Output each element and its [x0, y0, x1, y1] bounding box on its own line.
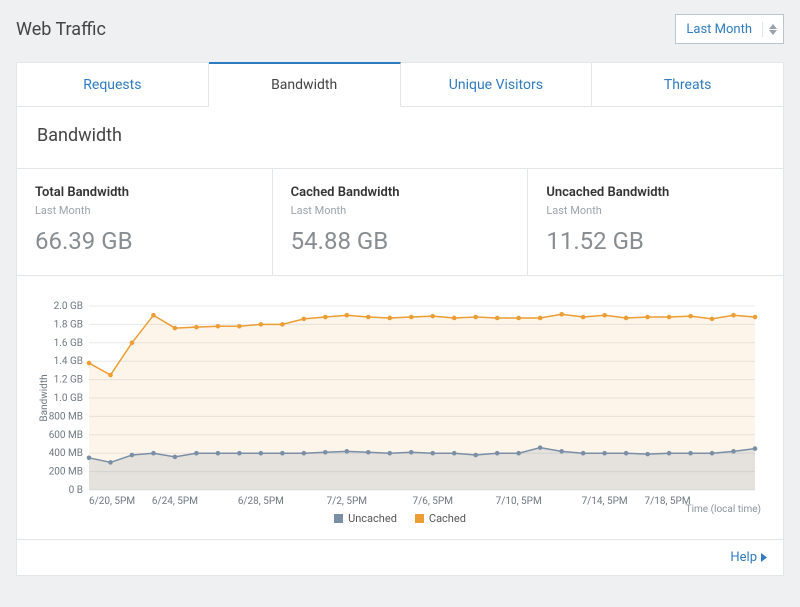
svg-text:1.4 GB: 1.4 GB: [54, 356, 83, 367]
svg-text:1.8 GB: 1.8 GB: [54, 319, 83, 330]
stat-cached: Cached Bandwidth Last Month 54.88 GB: [273, 169, 529, 275]
bandwidth-chart: 0 B 200 MB 400 MB 600 MB 800 MB 1.0 GB 1.2 GB 1…: [17, 276, 783, 539]
svg-text:Bandwidth: Bandwidth: [39, 374, 50, 421]
stat-sub: Last Month: [546, 204, 765, 217]
time-range-label: Last Month: [676, 22, 763, 37]
page-title: Web Traffic: [16, 19, 106, 40]
stat-sub: Last Month: [291, 204, 510, 217]
svg-text:200 MB: 200 MB: [49, 467, 83, 478]
stat-sub: Last Month: [35, 204, 254, 217]
svg-text:1.6 GB: 1.6 GB: [54, 338, 83, 349]
section-title: Bandwidth: [17, 107, 783, 168]
svg-text:400 MB: 400 MB: [49, 448, 83, 459]
legend-swatch-cached: [415, 514, 424, 523]
svg-text:7/18, 5PM: 7/18, 5PM: [644, 496, 690, 507]
svg-text:1.2 GB: 1.2 GB: [54, 375, 83, 386]
svg-text:6/28, 5PM: 6/28, 5PM: [238, 496, 284, 507]
svg-text:1.0 GB: 1.0 GB: [54, 393, 83, 404]
tabs: Requests Bandwidth Unique Visitors Threa…: [17, 63, 783, 107]
legend-cached[interactable]: Cached: [415, 512, 466, 525]
stat-label: Total Bandwidth: [35, 185, 254, 200]
time-axis-note: Time (local time): [686, 504, 761, 515]
tab-bandwidth[interactable]: Bandwidth: [209, 62, 401, 107]
stepper-icon: [763, 24, 783, 35]
svg-text:6/20, 5PM: 6/20, 5PM: [89, 496, 135, 507]
svg-text:2.0 GB: 2.0 GB: [54, 301, 83, 312]
stat-label: Cached Bandwidth: [291, 185, 510, 200]
svg-text:7/6, 5PM: 7/6, 5PM: [412, 496, 452, 507]
legend-swatch-uncached: [334, 514, 343, 523]
stat-value: 54.88 GB: [291, 227, 510, 255]
svg-text:0 B: 0 B: [69, 485, 83, 496]
stat-total: Total Bandwidth Last Month 66.39 GB: [17, 169, 273, 275]
legend-uncached[interactable]: Uncached: [334, 512, 397, 525]
tab-requests[interactable]: Requests: [17, 63, 209, 106]
svg-text:7/2, 5PM: 7/2, 5PM: [327, 496, 367, 507]
chevron-right-icon: [761, 553, 767, 562]
svg-text:7/14, 5PM: 7/14, 5PM: [582, 496, 628, 507]
svg-text:800 MB: 800 MB: [49, 411, 83, 422]
tab-threats[interactable]: Threats: [592, 63, 783, 106]
tab-unique-visitors[interactable]: Unique Visitors: [401, 63, 593, 106]
svg-text:7/10, 5PM: 7/10, 5PM: [496, 496, 542, 507]
stat-value: 11.52 GB: [546, 227, 765, 255]
stat-label: Uncached Bandwidth: [546, 185, 765, 200]
help-link[interactable]: Help: [730, 550, 767, 565]
stat-uncached: Uncached Bandwidth Last Month 11.52 GB: [528, 169, 783, 275]
time-range-select[interactable]: Last Month: [675, 14, 784, 44]
stat-value: 66.39 GB: [35, 227, 254, 255]
chart-svg: 0 B 200 MB 400 MB 600 MB 800 MB 1.0 GB 1.2 GB 1…: [35, 300, 765, 510]
svg-text:600 MB: 600 MB: [49, 430, 83, 441]
svg-text:6/24, 5PM: 6/24, 5PM: [152, 496, 198, 507]
